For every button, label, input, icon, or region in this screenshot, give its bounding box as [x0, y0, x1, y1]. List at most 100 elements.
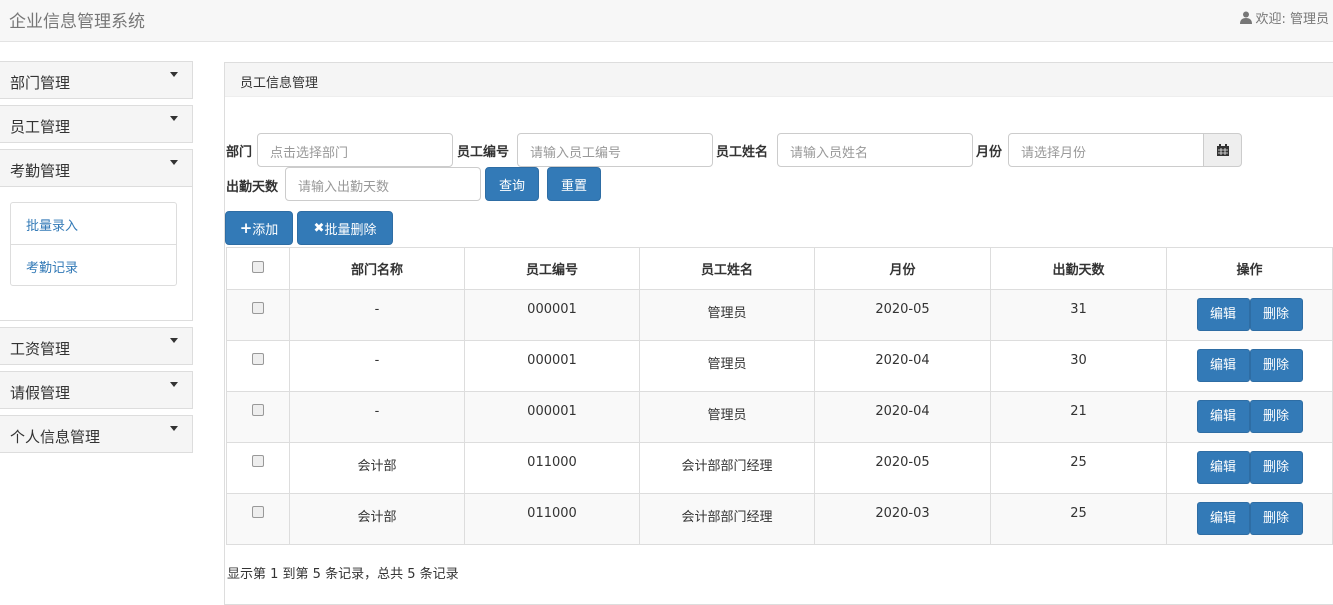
batch-delete-button[interactable]: ✖ 批量删除 — [297, 211, 393, 245]
days-cell: 30 — [990, 340, 1167, 392]
menu-label: 工资管理 — [10, 340, 71, 358]
days-input[interactable]: 请输入出勤天数 — [285, 167, 481, 201]
edit-button[interactable]: 编辑 — [1196, 349, 1250, 382]
caret-down-icon — [170, 160, 178, 165]
dept-cell: 会计部 — [289, 442, 465, 494]
days-cell: 25 — [990, 493, 1167, 545]
month-cell: 2020-05 — [814, 289, 991, 341]
caret-down-icon — [170, 116, 178, 121]
days-label: 出勤天数 — [226, 180, 279, 195]
col-actions: 操作 — [1166, 247, 1333, 290]
menu-label: 员工管理 — [10, 118, 71, 136]
delete-button[interactable]: 删除 — [1249, 298, 1303, 331]
sidebar-item-employee[interactable]: 员工管理 — [0, 105, 193, 143]
delete-button[interactable]: 删除 — [1249, 451, 1303, 484]
empno-label: 员工编号 — [457, 145, 510, 160]
month-cell: 2020-03 — [814, 493, 991, 545]
sidebar-item-leave[interactable]: 请假管理 — [0, 371, 193, 409]
dept-cell: - — [289, 289, 465, 341]
sidebar-item-department[interactable]: 部门管理 — [0, 61, 193, 99]
month-input[interactable]: 请选择月份 — [1008, 133, 1204, 167]
delete-button[interactable]: 删除 — [1249, 349, 1303, 382]
pagination-info: 显示第 1 到第 5 条记录，总共 5 条记录 — [227, 567, 459, 582]
submenu-attendance-records[interactable]: 考勤记录 — [11, 244, 176, 285]
month-label: 月份 — [976, 145, 1003, 160]
name-input[interactable]: 请输入员姓名 — [777, 133, 973, 167]
dept-input[interactable]: 点击选择部门 — [257, 133, 453, 167]
menu-label: 请假管理 — [10, 384, 71, 402]
name-label: 员工姓名 — [716, 145, 769, 160]
empno-input[interactable]: 请输入员工编号 — [517, 133, 713, 167]
days-cell: 31 — [990, 289, 1167, 341]
sidebar-item-salary[interactable]: 工资管理 — [0, 327, 193, 365]
caret-down-icon — [170, 338, 178, 343]
name-cell: 管理员 — [639, 289, 815, 341]
days-cell: 25 — [990, 442, 1167, 494]
caret-down-icon — [170, 72, 178, 77]
row-checkbox[interactable] — [252, 353, 264, 365]
edit-button[interactable]: 编辑 — [1196, 451, 1250, 484]
user-icon — [1240, 11, 1253, 24]
menu-label: 个人信息管理 — [10, 428, 101, 446]
calendar-button[interactable] — [1203, 133, 1242, 167]
delete-button[interactable]: 删除 — [1249, 400, 1303, 433]
name-cell: 会计部部门经理 — [639, 493, 815, 545]
col-days[interactable]: 出勤天数 — [990, 247, 1167, 290]
table-row: 会计部 011000 会计部部门经理 2020-05 25 编辑 删除 — [226, 442, 1333, 494]
edit-button[interactable]: 编辑 — [1196, 298, 1250, 331]
month-cell: 2020-04 — [814, 391, 991, 443]
submenu-batch-entry[interactable]: 批量录入 — [11, 203, 176, 244]
name-cell: 会计部部门经理 — [639, 442, 815, 494]
empno-cell: 011000 — [464, 442, 640, 494]
delete-button[interactable]: 删除 — [1249, 502, 1303, 535]
row-checkbox[interactable] — [252, 455, 264, 467]
select-all-checkbox[interactable] — [252, 260, 264, 273]
name-cell: 管理员 — [639, 340, 815, 392]
reset-button[interactable]: 重置 — [547, 167, 601, 201]
query-button[interactable]: 查询 — [485, 167, 539, 201]
add-label: 添加 — [252, 222, 279, 238]
dept-cell: - — [289, 340, 465, 392]
month-cell: 2020-04 — [814, 340, 991, 392]
menu-label: 考勤管理 — [10, 162, 71, 180]
days-cell: 21 — [990, 391, 1167, 443]
table-row: -000001 管理员 2020-04 30 编辑 删除 — [226, 340, 1333, 392]
dept-label: 部门 — [226, 145, 253, 160]
empno-cell: 000001 — [464, 340, 640, 392]
col-month[interactable]: 月份 — [814, 247, 991, 290]
dept-cell: 会计部 — [289, 493, 465, 545]
table-row: -000001 管理员 2020-04 21 编辑 删除 — [226, 391, 1333, 443]
row-checkbox[interactable] — [252, 506, 264, 518]
empno-cell: 000001 — [464, 289, 640, 341]
edit-button[interactable]: 编辑 — [1196, 400, 1250, 433]
sidebar: 部门管理 员工管理 考勤管理 批量录入 考勤记录 工资管理 请假管理 个人信息管… — [0, 61, 193, 459]
name-cell: 管理员 — [639, 391, 815, 443]
table-row: 会计部 011000 会计部部门经理 2020-03 25 编辑 删除 — [226, 493, 1333, 545]
calendar-icon — [1216, 144, 1229, 156]
user-menu[interactable]: 欢迎: 管理员 — [1240, 8, 1329, 27]
col-empno[interactable]: 员工编号 — [464, 247, 640, 290]
sidebar-item-profile[interactable]: 个人信息管理 — [0, 415, 193, 453]
remove-icon: ✖ — [313, 220, 325, 236]
dept-cell: - — [289, 391, 465, 443]
empno-cell: 011000 — [464, 493, 640, 545]
table-header: 部门名称 员工编号 员工姓名 月份 出勤天数 操作 — [226, 247, 1333, 290]
attendance-table: 部门名称 员工编号 员工姓名 月份 出勤天数 操作 -000001 管理员 2020… — [226, 247, 1333, 545]
row-checkbox[interactable] — [252, 302, 264, 314]
app-title[interactable]: 企业信息管理系统 — [9, 7, 145, 32]
edit-button[interactable]: 编辑 — [1196, 502, 1250, 535]
caret-down-icon — [170, 382, 178, 387]
col-dept[interactable]: 部门名称 — [289, 247, 465, 290]
attendance-submenu: 批量录入 考勤记录 — [0, 187, 193, 321]
table-row: -000001 管理员 2020-05 31 编辑 删除 — [226, 289, 1333, 341]
menu-label: 部门管理 — [10, 74, 71, 92]
col-name[interactable]: 员工姓名 — [639, 247, 815, 290]
row-checkbox[interactable] — [252, 404, 264, 416]
plus-icon: + — [239, 219, 253, 237]
panel-title: 员工信息管理 — [225, 63, 1333, 97]
sidebar-item-attendance[interactable]: 考勤管理 — [0, 149, 193, 187]
empno-cell: 000001 — [464, 391, 640, 443]
month-cell: 2020-05 — [814, 442, 991, 494]
top-navbar: 企业信息管理系统 欢迎: 管理员 — [0, 0, 1333, 42]
add-button[interactable]: + 添加 — [225, 211, 293, 245]
